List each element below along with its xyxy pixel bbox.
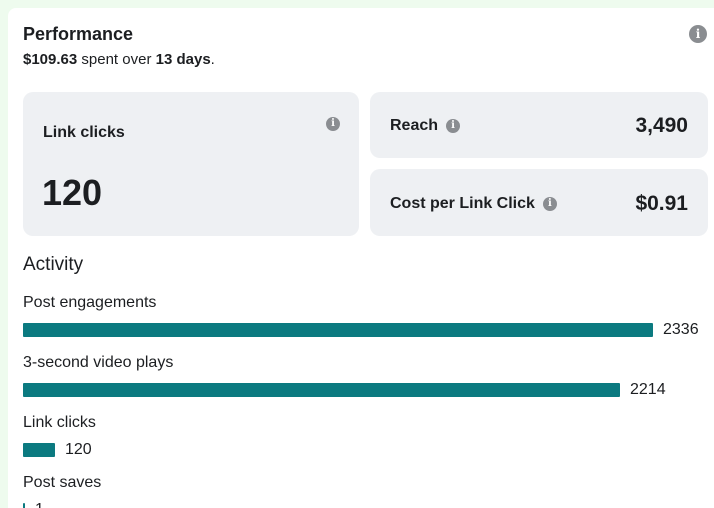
link-clicks-value: 120 <box>42 172 103 213</box>
activity-row: Post engagements 2336 <box>23 294 699 339</box>
activity-bar <box>23 383 620 397</box>
info-icon[interactable]: i <box>326 117 340 131</box>
activity-value: 1 <box>35 501 44 508</box>
activity-label: Post saves <box>23 474 102 491</box>
page-title: Performance <box>23 24 134 44</box>
days-count: 13 days <box>155 51 211 68</box>
cost-value: $0.91 <box>635 192 688 215</box>
cost-label-wrap: Cost per Link Click i <box>390 195 557 213</box>
info-icon[interactable]: i <box>446 119 461 133</box>
link-clicks-label: Link clicks <box>43 124 125 141</box>
reach-card: Reach i 3,490 <box>370 92 708 158</box>
cost-per-click-card: Cost per Link Click i $0.91 <box>370 169 708 236</box>
activity-row: Link clicks 120 <box>23 414 96 459</box>
activity-row: 3-second video plays 2214 <box>23 354 666 399</box>
activity-label: Post engagements <box>23 294 157 311</box>
activity-value: 2214 <box>630 381 666 398</box>
activity-label: 3-second video plays <box>23 354 174 371</box>
activity-bar <box>23 443 55 457</box>
spend-summary: $109.63 spent over 13 days. <box>23 51 215 68</box>
cost-label: Cost per Link Click <box>390 195 535 212</box>
activity-value: 120 <box>65 441 92 458</box>
spent-amount: $109.63 <box>23 51 78 68</box>
activity-bar <box>23 323 653 337</box>
reach-value: 3,490 <box>635 114 688 137</box>
link-clicks-card: Link clicks i 120 <box>23 92 359 236</box>
reach-label: Reach <box>390 117 439 134</box>
performance-panel: Performance $109.63 spent over 13 days. … <box>8 8 714 508</box>
period-text: . <box>210 51 215 68</box>
spent-text: spent over <box>77 51 156 68</box>
activity-bar <box>23 503 25 508</box>
reach-label-wrap: Reach i <box>390 117 461 135</box>
activity-heading: Activity <box>23 254 84 275</box>
info-icon[interactable]: i <box>542 197 557 211</box>
activity-value: 2336 <box>663 321 699 338</box>
activity-label: Link clicks <box>23 414 96 431</box>
info-icon[interactable]: i <box>689 25 707 43</box>
activity-row: Post saves 1 <box>23 474 101 508</box>
